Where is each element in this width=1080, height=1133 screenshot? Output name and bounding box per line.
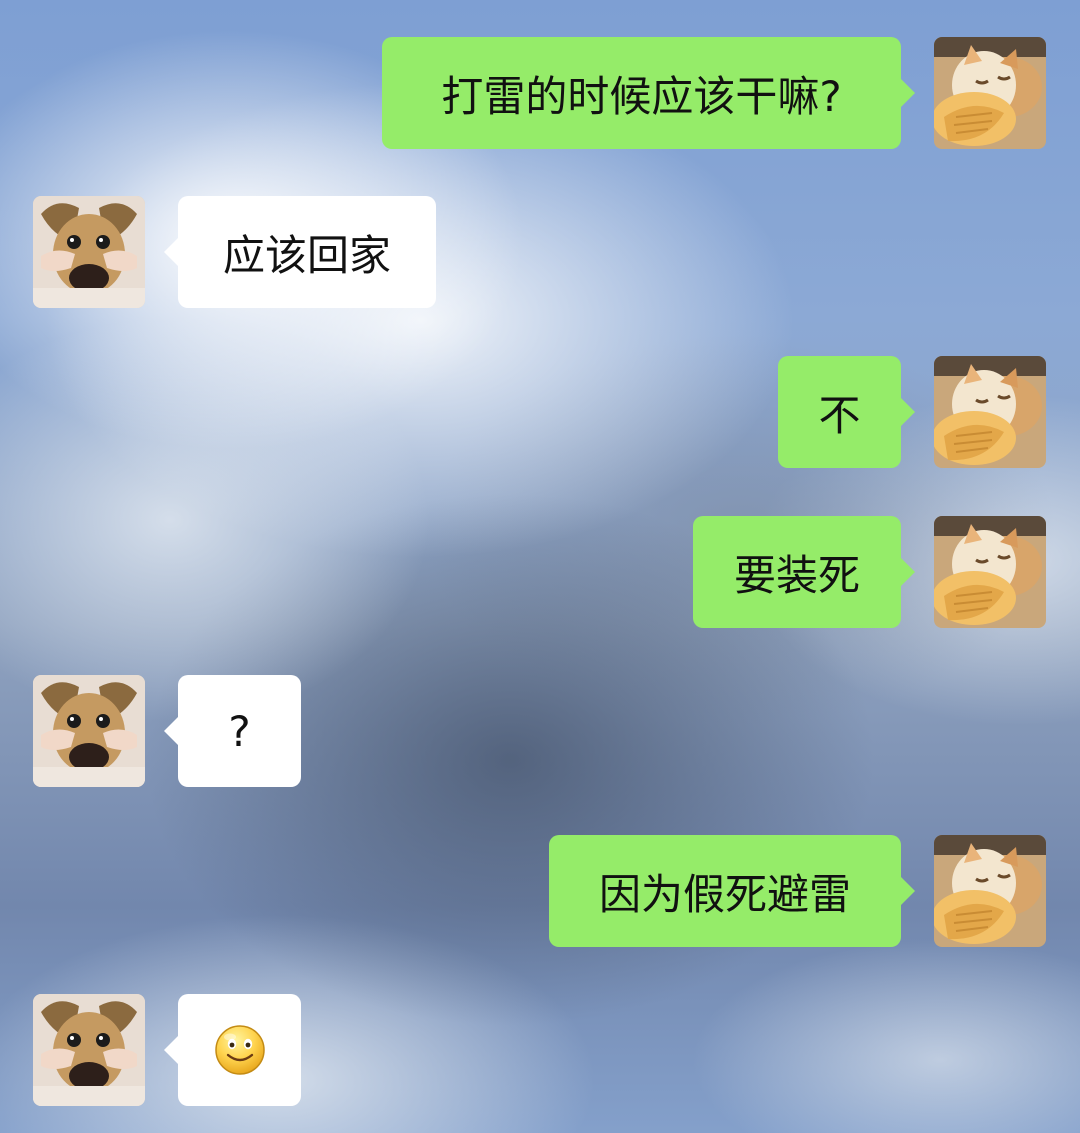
cat-avatar[interactable] — [934, 835, 1046, 947]
cat-avatar[interactable] — [934, 356, 1046, 468]
message-row: 不 — [0, 356, 1080, 468]
message-bubble[interactable]: 应该回家 — [164, 196, 436, 308]
message-text: 因为假死避雷 — [598, 869, 851, 919]
message-bubble[interactable]: ? — [164, 675, 301, 787]
message-text: 要装死 — [733, 550, 860, 600]
message-bubble[interactable]: 打雷的时候应该干嘛? — [382, 37, 915, 149]
dog-avatar[interactable] — [33, 196, 145, 308]
message-text: 应该回家 — [222, 230, 391, 280]
cat-avatar[interactable] — [934, 516, 1046, 628]
message-row — [0, 994, 1080, 1106]
message-bubble[interactable] — [164, 994, 301, 1106]
message-bubble[interactable]: 因为假死避雷 — [549, 835, 915, 947]
message-text: ? — [228, 706, 251, 756]
dog-avatar[interactable] — [33, 675, 145, 787]
message-bubble[interactable]: 要装死 — [693, 516, 915, 628]
message-row: 应该回家 — [0, 196, 1080, 308]
smile-icon — [214, 1025, 265, 1075]
message-row: 打雷的时候应该干嘛? — [0, 37, 1080, 149]
message-row: ? — [0, 675, 1080, 787]
message-bubble[interactable]: 不 — [778, 356, 915, 468]
message-row: 要装死 — [0, 516, 1080, 628]
cat-avatar[interactable] — [934, 37, 1046, 149]
dog-avatar[interactable] — [33, 994, 145, 1106]
message-text: 不 — [818, 390, 861, 440]
message-row: 因为假死避雷 — [0, 835, 1080, 947]
message-text: 打雷的时候应该干嘛? — [441, 71, 842, 121]
